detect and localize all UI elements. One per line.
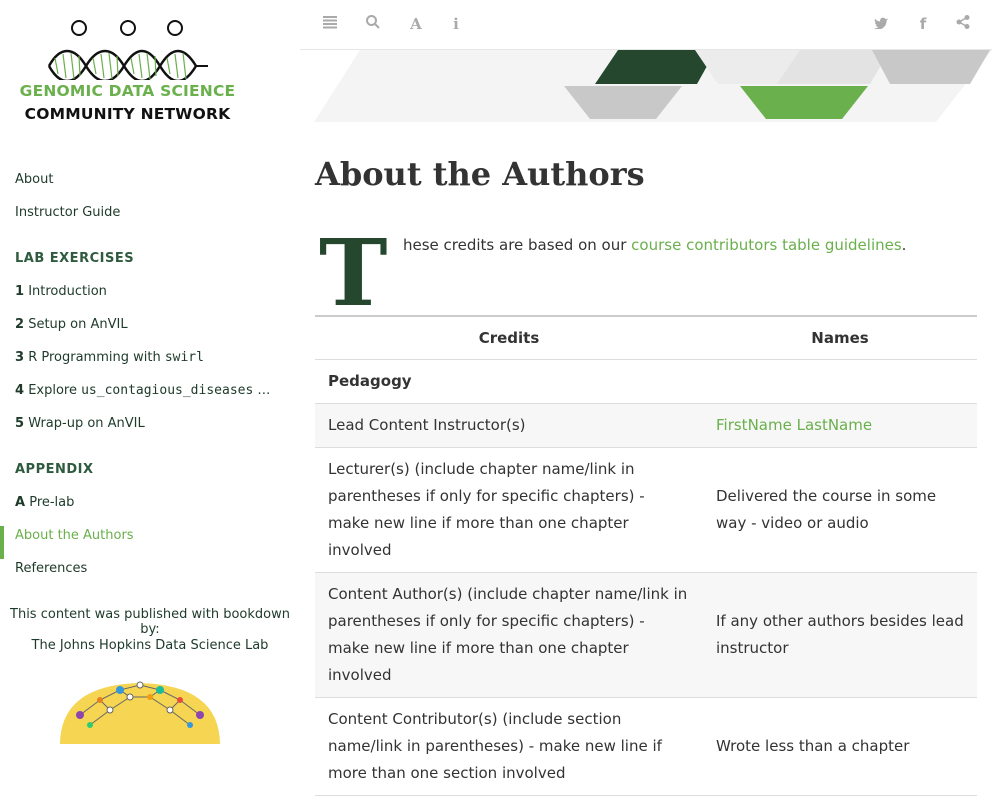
toc-header-lab-exercises: LAB EXERCISES	[15, 251, 135, 266]
intro-text: hese credits are based on our	[403, 236, 632, 254]
search-icon[interactable]	[363, 14, 383, 34]
table-header-row: Credits Names	[315, 315, 977, 360]
toc-item-r-programming[interactable]: 3 R Programming with swirl	[0, 348, 283, 381]
toc-item-wrap-up[interactable]: 5 Wrap-up on AnVIL	[0, 414, 283, 447]
facebook-icon[interactable]: f	[913, 14, 933, 34]
empty-cell	[703, 359, 977, 404]
chapter-label: Explore	[28, 383, 82, 398]
sidebar: GENOMIC DATA SCIENCE COMMUNITY NETWORK A…	[0, 0, 300, 744]
contributors-guidelines-link[interactable]: course contributors table guidelines	[631, 236, 901, 254]
column-header-names: Names	[703, 315, 977, 360]
chapter-number: 5	[15, 416, 25, 431]
top-toolbar: A i f	[300, 0, 992, 50]
chapter-code: swirl	[164, 350, 204, 365]
header-banner	[314, 50, 992, 122]
chapter-label: Setup on AnVIL	[28, 317, 128, 332]
chapter-number: 3	[15, 350, 25, 365]
intro-end: .	[901, 236, 907, 254]
info-icon[interactable]: i	[446, 14, 466, 34]
intro-paragraph: hese credits are based on our course con…	[403, 236, 906, 254]
name-cell: FirstName LastName	[703, 403, 977, 448]
table-row: Pedagogy	[315, 359, 977, 404]
credit-cell: Content Author(s) (include chapter name/…	[315, 572, 703, 698]
chapter-number: 2	[15, 317, 25, 332]
chapter-label: Wrap-up on AnVIL	[28, 416, 145, 431]
section-label: Pedagogy	[315, 359, 703, 404]
table-of-contents: About Instructor Guide LAB EXERCISES 1 I…	[0, 170, 300, 592]
credit-cell: Content Contributor(s) (include section …	[315, 697, 703, 796]
twitter-icon[interactable]	[871, 14, 891, 34]
name-cell: Wrote less than a chapter	[703, 697, 977, 796]
page-title: About the Authors	[315, 155, 645, 193]
toc-item-setup-anvil[interactable]: 2 Setup on AnVIL	[0, 315, 283, 348]
font-icon[interactable]: A	[406, 14, 426, 34]
toc-item-references[interactable]: References	[0, 559, 283, 592]
table-row: Content Contributor(s) (include section …	[315, 697, 977, 796]
toc-item-introduction[interactable]: 1 Introduction	[0, 282, 283, 315]
chapter-suffix: …	[253, 383, 271, 398]
menu-icon[interactable]	[320, 14, 340, 34]
gdscn-logo[interactable]: GENOMIC DATA SCIENCE COMMUNITY NETWORK	[0, 0, 300, 150]
chapter-label: Introduction	[28, 284, 107, 299]
table-row: Content Author(s) (include chapter name/…	[315, 572, 977, 698]
share-icon[interactable]	[953, 14, 973, 34]
table-row: Lead Content Instructor(s) FirstName Las…	[315, 403, 977, 448]
chapter-code: us_contagious_diseases	[81, 383, 254, 398]
logo-text-line1: GENOMIC DATA SCIENCE	[19, 82, 236, 100]
name-cell: Delivered the course in some way - video…	[703, 447, 977, 573]
chapter-number: 1	[15, 284, 25, 299]
toc-item-explore-diseases[interactable]: 4 Explore us_contagious_diseases …	[0, 381, 283, 414]
chapter-label: R Programming with	[28, 350, 165, 365]
toc-item-about-authors[interactable]: About the Authors	[0, 526, 283, 559]
chapter-label: Pre-lab	[29, 495, 75, 510]
name-cell: If any other authors besides lead instru…	[703, 572, 977, 698]
table-row: Lecturer(s) (include chapter name/link i…	[315, 447, 977, 573]
published-by-text: This content was published with bookdown…	[10, 607, 290, 637]
toc-header-appendix: APPENDIX	[15, 462, 94, 477]
credits-table: Credits Names Pedagogy Lead Content Inst…	[315, 315, 977, 796]
logo-text-line2: COMMUNITY NETWORK	[24, 105, 231, 123]
lab-name-link[interactable]: The Johns Hopkins Data Science Lab	[0, 638, 300, 653]
author-name-link[interactable]: FirstName LastName	[716, 416, 872, 434]
chapter-number: 4	[15, 383, 25, 398]
drop-cap: T	[319, 219, 388, 327]
toc-item-instructor-guide[interactable]: Instructor Guide	[0, 203, 283, 236]
toc-item-about[interactable]: About	[0, 170, 283, 203]
dna-helix-icon	[47, 20, 208, 83]
data-science-lab-logo[interactable]	[40, 675, 240, 744]
credit-cell: Lead Content Instructor(s)	[315, 403, 703, 448]
chapter-number: A	[15, 495, 26, 510]
credit-cell: Lecturer(s) (include chapter name/link i…	[315, 447, 703, 573]
toc-item-pre-lab[interactable]: A Pre-lab	[0, 493, 283, 526]
column-header-credits: Credits	[315, 315, 703, 360]
